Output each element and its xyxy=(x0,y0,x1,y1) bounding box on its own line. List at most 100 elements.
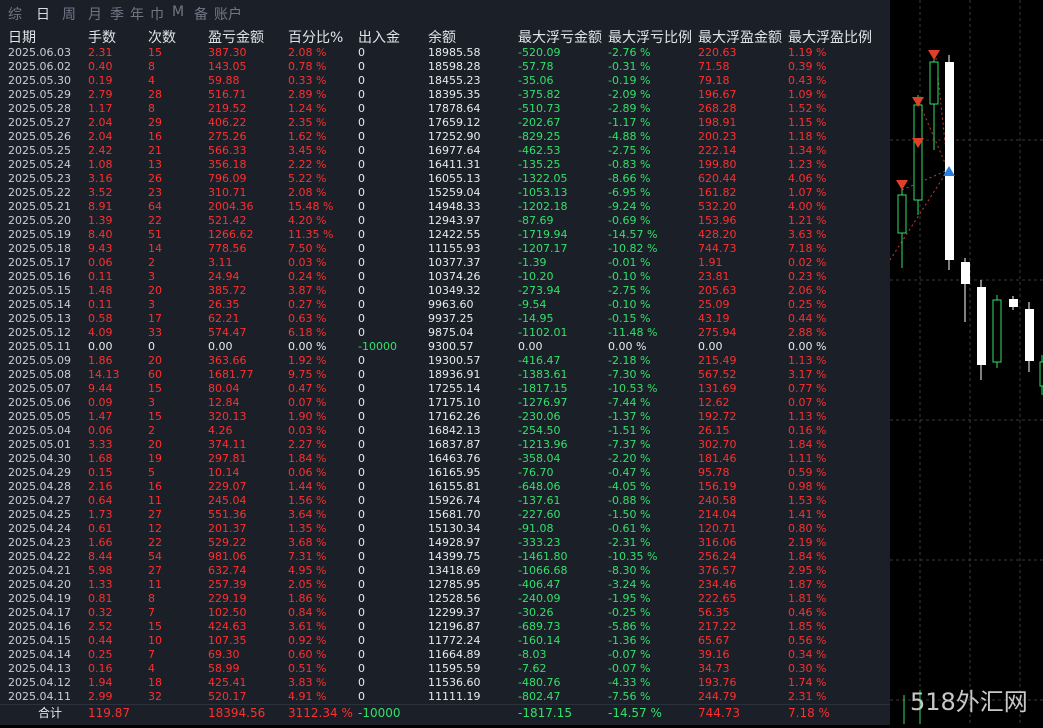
table-row[interactable]: 2025.05.15 1.48 20 385.72 3.87 % 0 10349.32 -27… xyxy=(0,284,890,298)
table-row[interactable]: 2025.04.16 2.52 15 424.63 3.61 % 0 12196.87 -68… xyxy=(0,620,890,634)
table-row[interactable]: 2025.05.09 1.86 20 363.66 1.92 % 0 19300.57 -41… xyxy=(0,354,890,368)
column-header[interactable]: 次数 xyxy=(148,27,206,47)
table-cell: -689.73 xyxy=(518,620,561,633)
table-row[interactable]: 2025.05.21 8.91 64 2004.36 15.48 % 0 14948.33 -… xyxy=(0,200,890,214)
column-header[interactable]: 最大浮盈金额 xyxy=(698,27,786,47)
table-row[interactable]: 2025.04.12 1.94 18 425.41 3.83 % 0 11536.60 -48… xyxy=(0,676,890,690)
table-row[interactable]: 2025.04.19 0.81 8 229.19 1.86 % 0 12528.56 -240… xyxy=(0,592,890,606)
table-row[interactable]: 2025.06.03 2.31 15 387.30 2.08 % 0 18985.58 -52… xyxy=(0,46,890,60)
table-row[interactable]: 2025.05.14 0.11 3 26.35 0.27 % 0 9963.60 -9.54 -… xyxy=(0,298,890,312)
table-cell: 9875.04 xyxy=(428,326,474,339)
table-cell: 566.33 xyxy=(208,144,247,157)
table-row[interactable]: 2025.05.06 0.09 3 12.84 0.07 % 0 17175.10 -1276… xyxy=(0,396,890,410)
table-cell: -0.10 % xyxy=(608,270,651,283)
table-row[interactable]: 2025.05.27 2.04 29 406.22 2.35 % 0 17659.12 -20… xyxy=(0,116,890,130)
table-cell: 1.87 % xyxy=(788,578,827,591)
table-cell: 2025.05.24 xyxy=(8,158,71,171)
table-row[interactable]: 2025.05.25 2.42 21 566.33 3.45 % 0 16977.64 -46… xyxy=(0,144,890,158)
column-header[interactable]: 余额 xyxy=(428,27,516,47)
table-row[interactable]: 2025.04.24 0.61 12 201.37 1.35 % 0 15130.34 -91… xyxy=(0,522,890,536)
table-row[interactable]: 2025.05.28 1.17 8 219.52 1.24 % 0 17878.64 -510… xyxy=(0,102,890,116)
table-row[interactable]: 2025.05.26 2.04 16 275.26 1.62 % 0 17252.90 -82… xyxy=(0,130,890,144)
table-cell: 9963.60 xyxy=(428,298,474,311)
column-header[interactable]: 日期 xyxy=(8,27,86,47)
table-row[interactable]: 2025.04.22 8.44 54 981.06 7.31 % 0 14399.75 -14… xyxy=(0,550,890,564)
table-cell: -1.36 % xyxy=(608,634,651,647)
table-cell: 2.19 % xyxy=(788,536,827,549)
tab-0[interactable]: 综 xyxy=(8,4,22,24)
table-cell: 2025.04.13 xyxy=(8,662,71,675)
tab-2[interactable]: 周 xyxy=(62,4,76,24)
candle xyxy=(961,262,970,284)
tab-1[interactable]: 日 xyxy=(36,4,50,24)
table-cell: 1.85 % xyxy=(788,620,827,633)
table-cell: 26.35 xyxy=(208,298,240,311)
tab-5[interactable]: 年 xyxy=(130,4,144,24)
table-cell: 0.30 % xyxy=(788,662,827,675)
table-cell: 1.21 % xyxy=(788,214,827,227)
table-cell: 196.67 xyxy=(698,88,737,101)
column-header[interactable]: 最大浮亏比例 xyxy=(608,27,696,47)
tab-3[interactable]: 月 xyxy=(88,4,102,24)
table-row[interactable]: 2025.05.08 14.13 60 1681.77 9.75 % 0 18936.91 -… xyxy=(0,368,890,382)
table-row[interactable]: 2025.05.05 1.47 15 320.13 1.90 % 0 17162.26 -23… xyxy=(0,410,890,424)
table-row[interactable]: 2025.05.30 0.19 4 59.88 0.33 % 0 18455.23 -35.0… xyxy=(0,74,890,88)
table-row[interactable]: 2025.05.29 2.79 28 516.71 2.89 % 0 18395.35 -37… xyxy=(0,88,890,102)
table-cell: 0.43 % xyxy=(788,74,827,87)
table-row[interactable]: 2025.04.29 0.15 5 10.14 0.06 % 0 16165.95 -76.7… xyxy=(0,466,890,480)
table-cell: 2025.04.20 xyxy=(8,578,71,591)
table-cell: -230.06 xyxy=(518,410,561,423)
tab-7[interactable]: M xyxy=(172,4,184,20)
table-row[interactable]: 2025.05.13 0.58 17 62.21 0.63 % 0 9937.25 -14.9… xyxy=(0,312,890,326)
table-row[interactable]: 2025.04.14 0.25 7 69.30 0.60 % 0 11664.89 -8.03… xyxy=(0,648,890,662)
column-header[interactable]: 最大浮盈比例 xyxy=(788,27,886,47)
table-cell: 0.78 % xyxy=(288,60,327,73)
table-row[interactable]: 2025.04.21 5.98 27 632.74 4.95 % 0 13418.69 -10… xyxy=(0,564,890,578)
table-row[interactable]: 2025.05.22 3.52 23 310.71 2.08 % 0 15259.04 -10… xyxy=(0,186,890,200)
column-header[interactable]: 最大浮亏金额 xyxy=(518,27,606,47)
table-cell: 0 xyxy=(358,508,365,521)
table-row[interactable]: 2025.04.20 1.33 11 257.39 2.05 % 0 12785.95 -40… xyxy=(0,578,890,592)
table-cell: 2.35 % xyxy=(288,116,327,129)
table-row[interactable]: 2025.04.11 2.99 32 520.17 4.91 % 0 11111.19 -80… xyxy=(0,690,890,704)
table-row[interactable]: 2025.05.01 3.33 20 374.11 2.27 % 0 16837.87 -12… xyxy=(0,438,890,452)
table-row[interactable]: 2025.05.20 1.39 22 521.42 4.20 % 0 12943.97 -87… xyxy=(0,214,890,228)
table-cell: -1322.05 xyxy=(518,172,568,185)
table-row[interactable]: 2025.05.12 4.09 33 574.47 6.18 % 0 9875.04 -110… xyxy=(0,326,890,340)
table-row[interactable]: 2025.04.30 1.68 19 297.81 1.84 % 0 16463.76 -35… xyxy=(0,452,890,466)
table-cell: 234.46 xyxy=(698,578,737,591)
table-row[interactable]: 2025.06.02 0.40 8 143.05 0.78 % 0 18598.28 -57.… xyxy=(0,60,890,74)
table-cell: -87.69 xyxy=(518,214,554,227)
table-row[interactable]: 2025.04.28 2.16 16 229.07 1.44 % 0 16155.81 -64… xyxy=(0,480,890,494)
column-header[interactable]: 百分比% xyxy=(288,27,356,47)
table-row[interactable]: 2025.04.25 1.73 27 551.36 3.64 % 0 15681.70 -22… xyxy=(0,508,890,522)
table-row[interactable]: 2025.05.11 0.00 0 0.00 0.00 % -10000 9300.57 0.… xyxy=(0,340,890,354)
table-row[interactable]: 2025.05.23 3.16 26 796.09 5.22 % 0 16055.13 -13… xyxy=(0,172,890,186)
table-row[interactable]: 2025.05.16 0.11 3 24.94 0.24 % 0 10374.26 -10.2… xyxy=(0,270,890,284)
table-row[interactable]: 2025.05.24 1.08 13 356.18 2.22 % 0 16411.31 -13… xyxy=(0,158,890,172)
tab-6[interactable]: 巾 xyxy=(150,4,164,24)
table-row[interactable]: 2025.04.13 0.16 4 58.99 0.51 % 0 11595.59 -7.62… xyxy=(0,662,890,676)
table-row[interactable]: 2025.04.17 0.32 7 102.50 0.84 % 0 12299.37 -30.… xyxy=(0,606,890,620)
table-row[interactable]: 2025.04.23 1.66 22 529.22 3.68 % 0 14928.97 -33… xyxy=(0,536,890,550)
table-row[interactable]: 2025.04.15 0.44 10 107.35 0.92 % 0 11772.24 -16… xyxy=(0,634,890,648)
tab-4[interactable]: 季 xyxy=(110,4,124,24)
table-cell: 632.74 xyxy=(208,564,247,577)
table-cell: 2025.04.15 xyxy=(8,634,71,647)
table-cell: 0 xyxy=(358,172,365,185)
table-row[interactable]: 2025.05.19 8.40 51 1266.62 11.35 % 0 12422.55 -… xyxy=(0,228,890,242)
table-cell: -510.73 xyxy=(518,102,561,115)
table-row[interactable]: 2025.04.27 0.64 11 245.04 1.56 % 0 15926.74 -13… xyxy=(0,494,890,508)
column-header[interactable]: 手数 xyxy=(88,27,146,47)
table-row[interactable]: 2025.05.07 9.44 15 80.04 0.47 % 0 17255.14 -181… xyxy=(0,382,890,396)
table-row[interactable]: 2025.05.04 0.06 2 4.26 0.03 % 0 16842.13 -254.5… xyxy=(0,424,890,438)
table-row[interactable]: 2025.05.17 0.06 2 3.11 0.03 % 0 10377.37 -1.39 -… xyxy=(0,256,890,270)
column-header[interactable]: 盈亏金额 xyxy=(208,27,286,47)
column-header[interactable]: 出入金 xyxy=(358,27,426,47)
tab-9[interactable]: 账户 xyxy=(214,4,242,24)
table-row[interactable]: 2025.05.18 9.43 14 778.56 7.50 % 0 11155.93 -12… xyxy=(0,242,890,256)
table-cell: -2.18 % xyxy=(608,354,651,367)
table-cell: -273.94 xyxy=(518,284,561,297)
tab-8[interactable]: 备 xyxy=(194,4,208,24)
price-chart[interactable] xyxy=(889,0,1043,724)
